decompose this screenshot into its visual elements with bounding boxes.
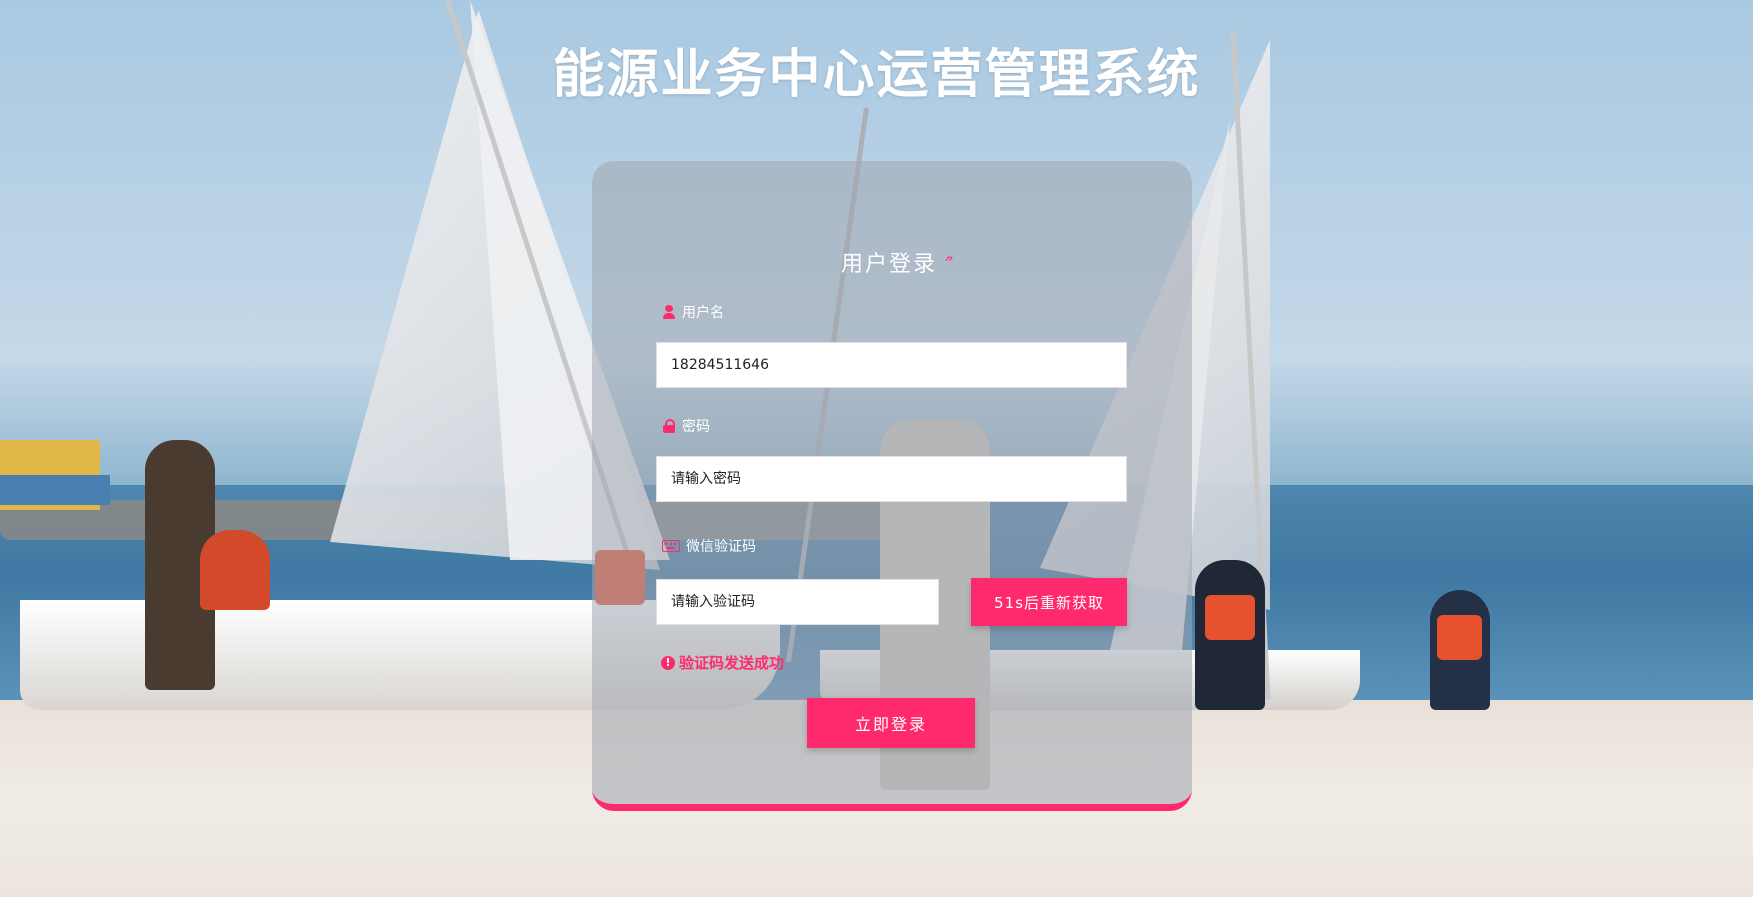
alert-icon: ! [661,655,675,670]
background-person [200,530,270,610]
background-life-vest [1437,615,1482,660]
code-input[interactable] [656,579,939,625]
login-heading: 用户登录ؒ [592,246,1192,278]
code-label-text: 微信验证码 [686,539,756,555]
user-icon [662,305,676,319]
background-life-vest [1205,595,1255,640]
username-label: 用户名 [662,302,724,322]
page-title: 能源业务中心运营管理系统 [552,45,1201,105]
username-input[interactable] [656,342,1127,388]
status-message-text: 验证码发送成功 [679,654,785,672]
resend-code-button[interactable]: 51s后重新获取 [971,578,1127,626]
background-building-base [0,475,110,505]
login-button[interactable]: 立即登录 [807,698,975,748]
keyboard-icon [662,540,680,552]
login-page: 能源业务中心运营管理系统 用户登录ؒ 用户名 密码 微信验证码 51s后重新获取… [0,0,1753,897]
status-message: ! 验证码发送成功 [661,652,784,673]
login-card: 用户登录ؒ 用户名 密码 微信验证码 51s后重新获取 ! 验证码发送成功 立即… [592,161,1192,811]
username-label-text: 用户名 [682,305,724,321]
password-label: 密码 [662,416,710,436]
login-heading-text: 用户登录 [840,252,937,277]
lock-icon [662,419,676,433]
code-label: 微信验证码 [662,536,756,556]
password-input[interactable] [656,456,1127,502]
password-label-text: 密码 [682,419,710,435]
